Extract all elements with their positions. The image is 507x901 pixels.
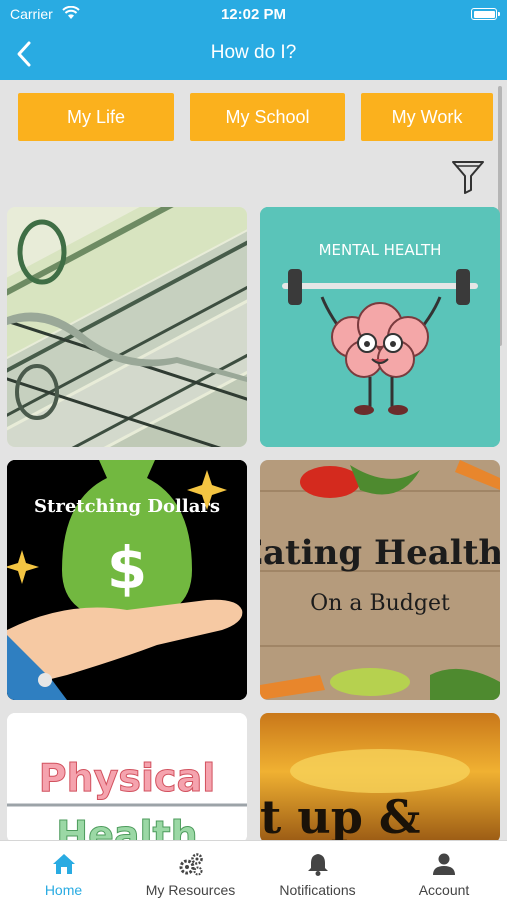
tab-my-life[interactable]: My Life [18, 93, 174, 141]
nav-notifications[interactable]: Notifications [254, 841, 381, 901]
nav-my-resources[interactable]: My Resources [127, 841, 254, 901]
card-eating-healthy[interactable]: Eating Healthy On a Budget [260, 460, 500, 700]
home-icon [52, 854, 75, 874]
nav-account-label: Account [418, 882, 470, 898]
eating-healthy-image: Eating Healthy On a Budget [260, 460, 500, 700]
stretching-dollars-caption: Stretching Dollars [34, 496, 220, 517]
mental-health-caption: MENTAL HEALTH [319, 241, 442, 259]
nav-notifications-label: Notifications [279, 882, 356, 898]
nav-my-resources-label: My Resources [145, 882, 236, 898]
category-tabs: My Life My School My Work [0, 80, 507, 152]
bottom-nav: Home My Resources Notifications Account [0, 840, 507, 901]
physical-health-title: Physical [39, 756, 216, 800]
physical-health-subtitle: Health [56, 813, 197, 843]
eating-healthy-subtitle: On a Budget [310, 591, 450, 616]
filter-icon [452, 161, 484, 194]
sunrise-caption: t up & [260, 790, 420, 843]
stretching-dollars-image: Stretching Dollars $ [7, 460, 247, 700]
nav-bar: How do I? [0, 28, 507, 80]
status-time: 12:02 PM [220, 6, 287, 23]
nav-home-label: Home [44, 882, 83, 898]
battery-icon [471, 8, 500, 20]
nav-home[interactable]: Home [0, 841, 127, 901]
card-money[interactable] [7, 207, 247, 447]
tab-my-work[interactable]: My Work [361, 93, 493, 141]
card-sunrise[interactable]: t up & [260, 713, 500, 843]
tab-my-school[interactable]: My School [190, 93, 345, 141]
page-title: How do I? [210, 42, 297, 63]
money-image [7, 207, 247, 447]
dollar-sign-glyph: $ [107, 534, 147, 602]
nav-account[interactable]: Account [381, 841, 507, 901]
sunrise-image: t up & [260, 713, 500, 843]
eating-healthy-title: Eating Healthy [260, 533, 500, 573]
filter-button[interactable] [448, 157, 488, 197]
card-physical-health[interactable]: Physical Health [7, 713, 247, 843]
status-bar: Carrier 12:02 PM [0, 0, 507, 28]
mental-health-image: MENTAL HEALTH [260, 207, 500, 447]
card-stretching-dollars[interactable]: Stretching Dollars $ [7, 460, 247, 700]
bell-icon [307, 854, 328, 876]
gears-icon [179, 853, 203, 876]
physical-health-image: Physical Health [7, 713, 247, 843]
card-mental-health[interactable]: MENTAL HEALTH [260, 207, 500, 447]
person-icon [433, 853, 455, 875]
